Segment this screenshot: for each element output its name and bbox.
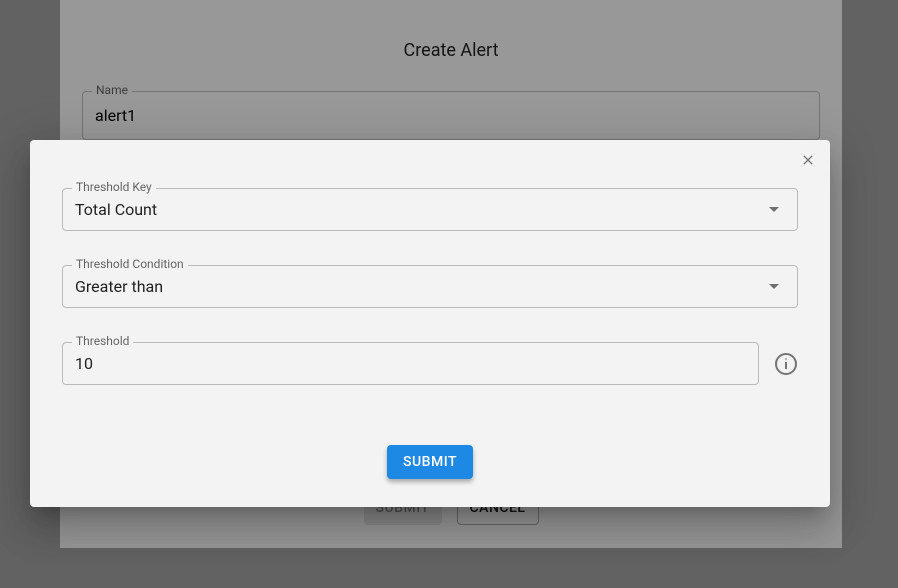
chevron-down-icon xyxy=(769,284,779,289)
threshold-condition-value: Greater than xyxy=(75,277,163,296)
chevron-down-icon xyxy=(769,207,779,212)
threshold-label: Threshold xyxy=(72,334,133,348)
close-icon[interactable] xyxy=(798,150,818,170)
threshold-condition-select[interactable]: Greater than xyxy=(62,265,798,308)
threshold-modal: Threshold Key Total Count Threshold Cond… xyxy=(30,140,830,507)
threshold-condition-label: Threshold Condition xyxy=(72,257,188,271)
threshold-key-label: Threshold Key xyxy=(72,180,156,194)
threshold-input[interactable] xyxy=(62,342,759,385)
threshold-key-select[interactable]: Total Count xyxy=(62,188,798,231)
threshold-key-value: Total Count xyxy=(75,200,157,219)
submit-button[interactable]: SUBMIT xyxy=(387,445,473,479)
info-icon[interactable] xyxy=(774,352,798,376)
